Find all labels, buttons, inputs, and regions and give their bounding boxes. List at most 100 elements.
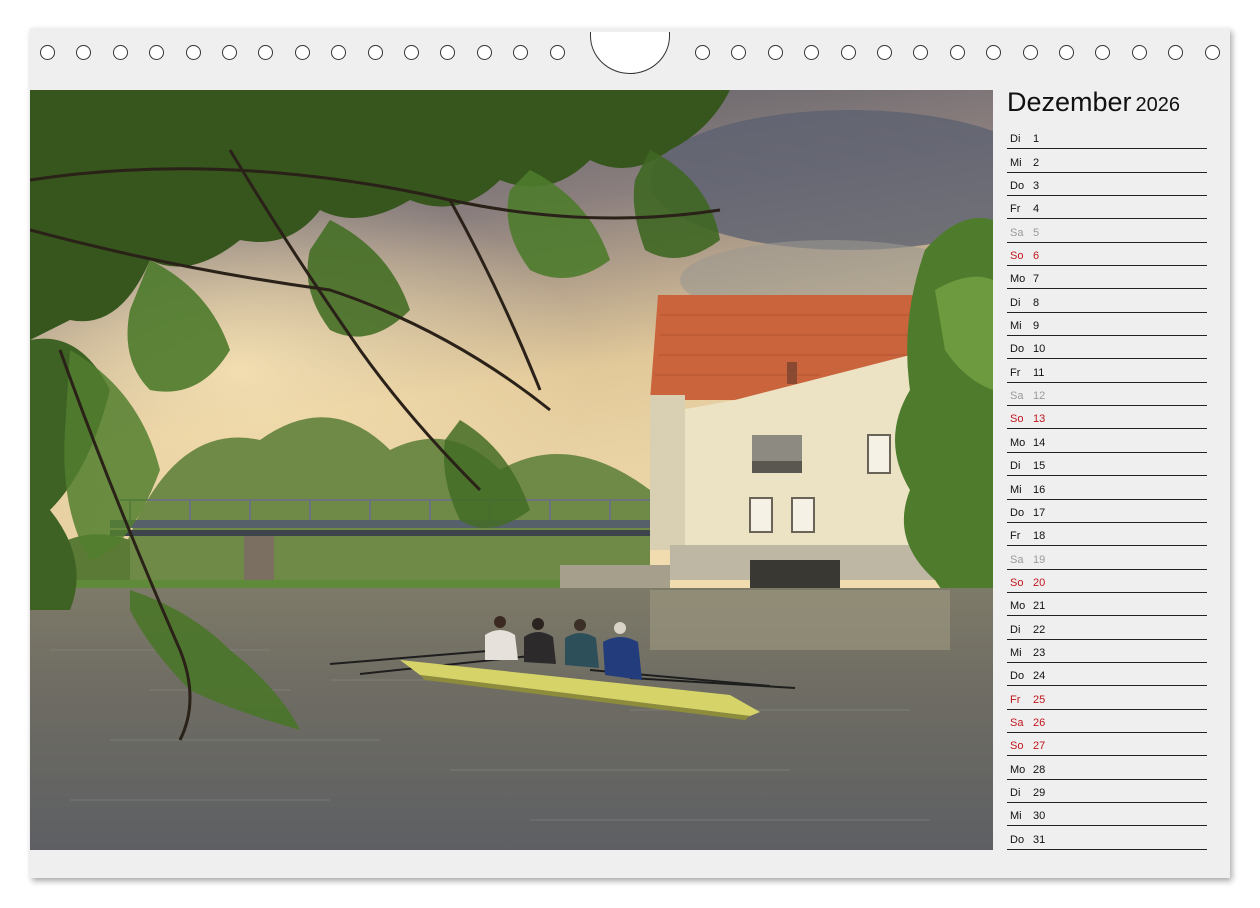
day-number: 13 bbox=[1033, 413, 1046, 426]
day-number: 8 bbox=[1033, 296, 1040, 309]
weekday-label: Mi bbox=[1010, 646, 1022, 659]
weekday-label: Do bbox=[1010, 670, 1025, 683]
binding-ring bbox=[731, 45, 747, 60]
binding-ring bbox=[1131, 45, 1147, 60]
weekday-label: Sa bbox=[1010, 553, 1024, 566]
day-number: 6 bbox=[1033, 250, 1040, 263]
day-row: Sa 12 bbox=[1007, 383, 1207, 407]
binding-ring bbox=[767, 45, 783, 60]
day-number: 10 bbox=[1033, 343, 1046, 356]
binding-ring bbox=[1204, 45, 1220, 60]
weekday-label: So bbox=[1010, 740, 1024, 753]
weekday-label: Do bbox=[1010, 180, 1025, 193]
day-list: Di 1 Mi 2 Do 3 Fr 4 Sa 5 So 6 Mo 7 Di 8 Mi 9 Do 10 Fr 11 Sa 12 S… bbox=[1007, 126, 1207, 850]
binding-ring bbox=[440, 45, 456, 60]
binding-ring bbox=[513, 45, 529, 60]
weekday-label: So bbox=[1010, 576, 1024, 589]
weekday-label: Do bbox=[1010, 343, 1025, 356]
binding-ring bbox=[695, 45, 710, 60]
weekday-label: So bbox=[1010, 250, 1024, 263]
binding-ring bbox=[331, 45, 347, 60]
binding-ring bbox=[112, 45, 128, 60]
day-row: Mi 2 bbox=[1007, 149, 1207, 173]
binding-ring bbox=[149, 45, 165, 60]
day-number: 7 bbox=[1033, 273, 1040, 286]
day-number: 30 bbox=[1033, 810, 1046, 823]
day-number: 31 bbox=[1033, 833, 1046, 846]
day-row: Di 1 bbox=[1007, 126, 1207, 150]
binding-ring bbox=[840, 45, 856, 60]
binding-ring bbox=[404, 45, 419, 60]
binding-ring bbox=[258, 45, 274, 60]
day-row: Mo 14 bbox=[1007, 429, 1207, 453]
weekday-label: Di bbox=[1010, 786, 1021, 799]
day-number: 1 bbox=[1033, 133, 1040, 146]
day-number: 19 bbox=[1033, 553, 1046, 566]
day-number: 27 bbox=[1033, 740, 1046, 753]
weekday-label: Fr bbox=[1010, 203, 1021, 216]
day-row: Mi 30 bbox=[1007, 803, 1207, 827]
day-number: 5 bbox=[1033, 226, 1040, 239]
day-number: 23 bbox=[1033, 646, 1046, 659]
binding-ring bbox=[40, 45, 55, 60]
day-row: Di 29 bbox=[1007, 780, 1207, 803]
weekday-label: Mi bbox=[1010, 810, 1022, 823]
binding-ring bbox=[1022, 45, 1038, 60]
weekday-label: Do bbox=[1010, 506, 1025, 519]
weekday-label: Mo bbox=[1010, 273, 1026, 286]
day-row: Di 22 bbox=[1007, 616, 1207, 640]
month-year: 2026 bbox=[1135, 94, 1181, 116]
day-number: 16 bbox=[1033, 483, 1046, 496]
day-number: 25 bbox=[1033, 693, 1046, 706]
month-title: Dezember 2026 bbox=[1007, 84, 1207, 120]
day-number: 4 bbox=[1033, 203, 1040, 216]
weekday-label: Sa bbox=[1010, 226, 1024, 239]
weekday-label: Mi bbox=[1010, 483, 1022, 496]
binding-ring bbox=[222, 45, 237, 60]
day-number: 9 bbox=[1033, 320, 1040, 333]
weekday-label: Mi bbox=[1010, 156, 1022, 169]
day-number: 3 bbox=[1033, 180, 1040, 193]
day-number: 26 bbox=[1033, 716, 1046, 729]
day-row: Di 15 bbox=[1007, 453, 1207, 477]
weekday-label: Mo bbox=[1010, 763, 1026, 776]
binding-ring bbox=[1095, 45, 1111, 60]
day-row: Do 31 bbox=[1007, 826, 1207, 850]
binding-ring bbox=[1059, 45, 1074, 60]
weekday-label: Sa bbox=[1010, 390, 1024, 403]
weekday-label: Fr bbox=[1010, 693, 1021, 706]
day-row: Do 17 bbox=[1007, 500, 1207, 523]
day-number: 21 bbox=[1033, 600, 1046, 613]
day-row: So 27 bbox=[1007, 733, 1207, 757]
day-row: Di 8 bbox=[1007, 289, 1207, 313]
binding-ring bbox=[949, 45, 965, 60]
day-number: 12 bbox=[1033, 390, 1046, 403]
day-row: Fr 4 bbox=[1007, 196, 1207, 220]
day-number: 29 bbox=[1033, 786, 1046, 799]
weekday-label: Sa bbox=[1010, 716, 1024, 729]
day-number: 20 bbox=[1033, 576, 1046, 589]
binding-ring bbox=[804, 45, 820, 60]
binding-ring bbox=[913, 45, 929, 60]
day-row: Fr 11 bbox=[1007, 359, 1207, 383]
month-name: Dezember bbox=[1007, 87, 1132, 117]
weekday-label: Mo bbox=[1010, 436, 1026, 449]
day-number: 2 bbox=[1033, 156, 1040, 169]
day-row: Fr 18 bbox=[1007, 523, 1207, 547]
day-number: 14 bbox=[1033, 436, 1046, 449]
day-number: 15 bbox=[1033, 460, 1046, 473]
day-row: Mo 21 bbox=[1007, 593, 1207, 617]
month-panel: Dezember 2026 Di 1 Mi 2 Do 3 Fr 4 Sa 5 So 6 Mo 7 Di 8 Mi 9… bbox=[1007, 84, 1207, 850]
day-row: Mi 9 bbox=[1007, 313, 1207, 337]
binding-ring bbox=[185, 45, 201, 60]
day-row: Do 3 bbox=[1007, 173, 1207, 197]
day-row: So 6 bbox=[1007, 243, 1207, 267]
binding-ring bbox=[76, 45, 92, 60]
day-row: So 20 bbox=[1007, 570, 1207, 593]
day-number: 18 bbox=[1033, 530, 1046, 543]
weekday-label: Fr bbox=[1010, 366, 1021, 379]
day-row: Mo 7 bbox=[1007, 266, 1207, 290]
day-row: Do 24 bbox=[1007, 663, 1207, 687]
day-row: Sa 5 bbox=[1007, 219, 1207, 243]
day-row: Fr 25 bbox=[1007, 686, 1207, 710]
